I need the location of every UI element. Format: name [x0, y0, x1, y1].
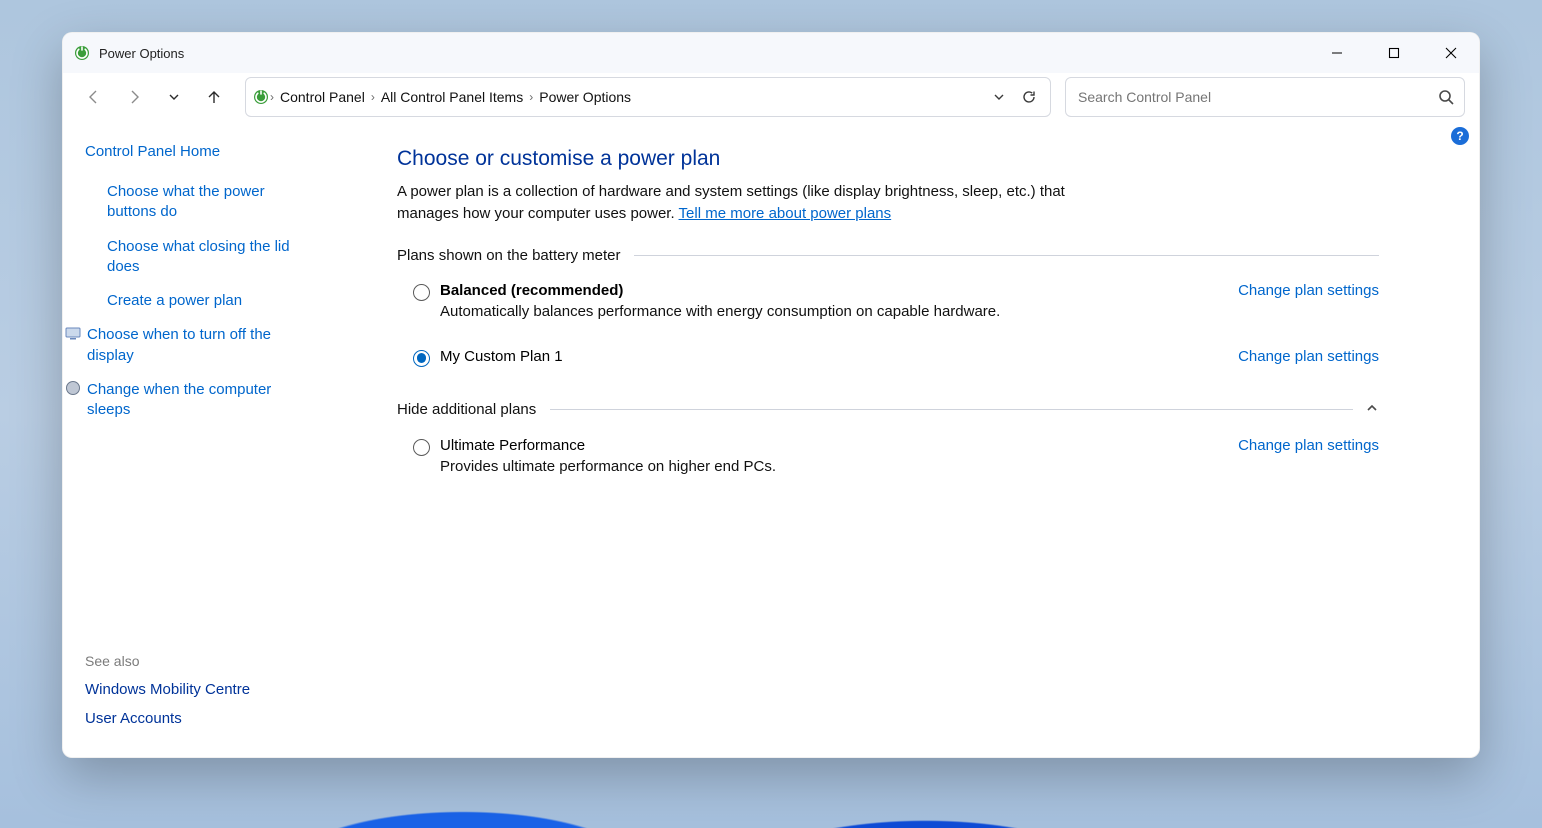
page-heading: Choose or customise a power plan: [397, 147, 1379, 171]
plan-radio[interactable]: [413, 350, 430, 367]
plan-radio[interactable]: [413, 284, 430, 301]
chevron-up-icon[interactable]: [1353, 401, 1379, 419]
power-options-icon: [73, 44, 91, 62]
blank-icon: [85, 237, 101, 253]
search-box[interactable]: [1065, 77, 1465, 117]
power-plan-row: Balanced (recommended) Change plan setti…: [397, 274, 1379, 326]
up-button[interactable]: [197, 80, 231, 114]
minimize-button[interactable]: [1308, 33, 1365, 73]
power-options-icon: [252, 88, 270, 106]
window-controls: [1308, 33, 1479, 73]
plan-radio[interactable]: [413, 439, 430, 456]
main-panel: Choose or customise a power plan A power…: [327, 121, 1479, 757]
address-dropdown-button[interactable]: [984, 82, 1014, 112]
sidebar-link-label: Choose when to turn off the display: [87, 325, 313, 366]
sidebar-link[interactable]: Change when the computer sleeps: [65, 380, 313, 421]
breadcrumb-item[interactable]: All Control Panel Items: [375, 89, 529, 105]
change-plan-settings-link[interactable]: Change plan settings: [1238, 282, 1379, 299]
navigation-bar: › Control Panel › All Control Panel Item…: [63, 73, 1479, 121]
learn-more-link[interactable]: Tell me more about power plans: [679, 205, 892, 222]
sidebar-link[interactable]: Choose what the power buttons do: [85, 182, 313, 223]
section-plans-shown: Plans shown on the battery meter: [397, 247, 1379, 264]
sidebar-link[interactable]: Choose when to turn off the display: [65, 325, 313, 366]
sidebar-link-label: Create a power plan: [107, 291, 242, 311]
power-plan-row: My Custom Plan 1 Change plan settings: [397, 340, 1379, 373]
sidebar-link[interactable]: Choose what closing the lid does: [85, 237, 313, 278]
back-button[interactable]: [77, 80, 111, 114]
blank-icon: [85, 291, 101, 307]
sidebar: Control Panel Home Choose what the power…: [63, 121, 327, 757]
plan-name[interactable]: My Custom Plan 1: [440, 348, 563, 365]
plan-name[interactable]: Ultimate Performance: [440, 437, 585, 454]
see-also-link[interactable]: User Accounts: [85, 710, 313, 727]
refresh-button[interactable]: [1014, 82, 1044, 112]
sidebar-link-label: Choose what closing the lid does: [107, 237, 313, 278]
see-also-link[interactable]: Windows Mobility Centre: [85, 681, 313, 698]
sidebar-link-label: Change when the computer sleeps: [87, 380, 313, 421]
forward-button[interactable]: [117, 80, 151, 114]
breadcrumb-item[interactable]: Power Options: [533, 89, 637, 105]
plan-name[interactable]: Balanced (recommended): [440, 282, 623, 299]
power-plan-row: Ultimate Performance Change plan setting…: [397, 429, 1379, 481]
sidebar-link[interactable]: Create a power plan: [85, 291, 313, 311]
search-icon: [1438, 89, 1454, 105]
window-frame: Power Options › Control Panel › All Cont…: [62, 32, 1480, 758]
breadcrumb-item[interactable]: Control Panel: [274, 89, 371, 105]
page-description: A power plan is a collection of hardware…: [397, 181, 1097, 225]
recent-dropdown-button[interactable]: [157, 80, 191, 114]
moon-icon: [65, 380, 81, 396]
divider: [550, 409, 1353, 410]
change-plan-settings-link[interactable]: Change plan settings: [1238, 437, 1379, 454]
close-button[interactable]: [1422, 33, 1479, 73]
see-also-label: See also: [85, 653, 313, 669]
change-plan-settings-link[interactable]: Change plan settings: [1238, 348, 1379, 365]
divider: [634, 255, 1379, 256]
display-icon: [65, 325, 81, 341]
titlebar[interactable]: Power Options: [63, 33, 1479, 73]
plan-description: Automatically balances performance with …: [440, 303, 1379, 320]
maximize-button[interactable]: [1365, 33, 1422, 73]
address-bar[interactable]: › Control Panel › All Control Panel Item…: [245, 77, 1051, 117]
blank-icon: [85, 182, 101, 198]
plan-description: Provides ultimate performance on higher …: [440, 458, 1379, 475]
window-title: Power Options: [99, 46, 184, 61]
control-panel-home-link[interactable]: Control Panel Home: [85, 143, 313, 160]
section-hide-additional[interactable]: Hide additional plans: [397, 401, 1379, 419]
section-label-text: Hide additional plans: [397, 401, 536, 418]
section-label-text: Plans shown on the battery meter: [397, 247, 620, 264]
search-input[interactable]: [1076, 88, 1438, 106]
sidebar-link-label: Choose what the power buttons do: [107, 182, 313, 223]
